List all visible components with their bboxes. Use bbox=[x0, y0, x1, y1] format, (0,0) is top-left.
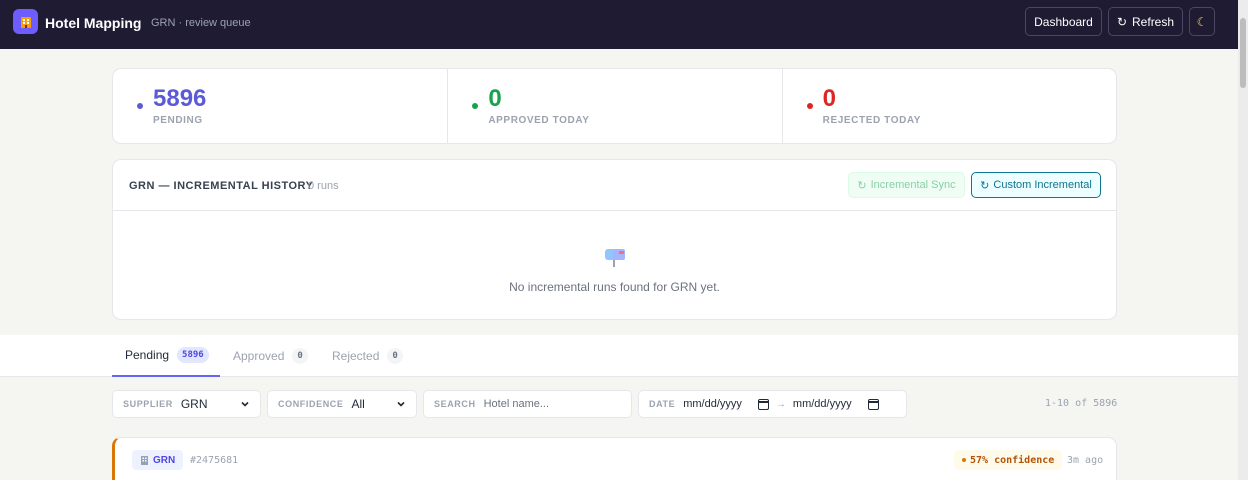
supplier-select[interactable]: SUPPLIER GRN bbox=[112, 390, 261, 418]
custom-incremental-button[interactable]: ↻ Custom Incremental bbox=[971, 172, 1101, 198]
empty-state-text: No incremental runs found for GRN yet. bbox=[509, 280, 720, 294]
confidence-filter-value: All bbox=[351, 397, 365, 411]
tab-pending[interactable]: Pending 5896 bbox=[112, 335, 220, 377]
dashboard-button[interactable]: Dashboard bbox=[1025, 7, 1102, 36]
stat-dot bbox=[806, 103, 813, 109]
theme-toggle-button[interactable]: ☾ bbox=[1189, 7, 1215, 36]
stat-value: 0 bbox=[488, 85, 502, 112]
refresh-button[interactable]: ↻ Refresh bbox=[1108, 7, 1183, 36]
tab-label: Rejected bbox=[332, 349, 380, 363]
sync-icon: ↻ bbox=[980, 179, 990, 192]
mapping-row[interactable]: GRN #2475681 57% confidence 3m ago bbox=[112, 437, 1117, 480]
date-from-value: mm/dd/yyyy bbox=[683, 398, 742, 410]
confidence-filter-label: CONFIDENCE bbox=[278, 399, 344, 409]
app-title: Hotel Mapping bbox=[45, 15, 142, 31]
incremental-history-card: GRN — INCREMENTAL HISTORY 0 runs ↻ Incre… bbox=[112, 159, 1117, 320]
stat-rejected-today: 0 REJECTED TODAY bbox=[781, 69, 1116, 143]
stat-pending: 5896 PENDING bbox=[113, 69, 447, 143]
building-icon bbox=[141, 456, 148, 465]
supplier-filter-label: SUPPLIER bbox=[123, 399, 173, 409]
sync-icon: ↻ bbox=[857, 179, 867, 192]
stat-label: APPROVED TODAY bbox=[488, 115, 590, 126]
calendar-icon[interactable] bbox=[757, 398, 769, 410]
moon-icon: ☾ bbox=[1196, 14, 1208, 29]
confidence-badge: 57% confidence bbox=[954, 450, 1063, 470]
incremental-sync-label: Incremental Sync bbox=[870, 179, 956, 191]
search-filter: SEARCH bbox=[423, 390, 632, 418]
top-bar: Hotel Mapping GRN · review queue Dashboa… bbox=[0, 0, 1248, 49]
pagination-range: 1-10 of 5896 bbox=[1045, 398, 1118, 409]
mailbox-icon bbox=[605, 249, 625, 267]
date-range-filter: DATE mm/dd/yyyy → mm/dd/yyyy bbox=[638, 390, 907, 418]
date-filter-label: DATE bbox=[649, 399, 676, 409]
stat-dot bbox=[137, 103, 143, 109]
scrollbar-thumb[interactable] bbox=[1240, 18, 1246, 88]
chevron-down-icon bbox=[241, 401, 249, 407]
tab-rejected[interactable]: Rejected 0 bbox=[332, 335, 403, 377]
chevron-down-icon bbox=[397, 401, 405, 407]
review-tabs: Pending 5896 Approved 0 Rejected 0 bbox=[0, 335, 1238, 377]
search-filter-label: SEARCH bbox=[434, 399, 476, 409]
incremental-sync-button[interactable]: ↻ Incremental Sync bbox=[848, 172, 965, 198]
refresh-icon: ↻ bbox=[1116, 14, 1128, 29]
app-subtitle: GRN · review queue bbox=[151, 17, 251, 29]
supplier-chip: GRN bbox=[132, 450, 184, 470]
confidence-select[interactable]: CONFIDENCE All bbox=[267, 390, 417, 418]
stat-value: 0 bbox=[822, 85, 837, 112]
page-scrollbar[interactable] bbox=[1238, 0, 1248, 480]
date-range-arrow: → bbox=[775, 398, 786, 410]
calendar-icon[interactable] bbox=[867, 398, 879, 410]
history-run-count: 0 runs bbox=[308, 180, 339, 192]
custom-incremental-label: Custom Incremental bbox=[993, 179, 1092, 191]
tab-label: Approved bbox=[233, 349, 285, 363]
stat-label: PENDING bbox=[153, 115, 203, 126]
stats-card: 5896 PENDING 0 APPROVED TODAY 0 REJECTED… bbox=[112, 68, 1117, 144]
history-title: GRN — INCREMENTAL HISTORY bbox=[129, 180, 314, 192]
confidence-dot bbox=[962, 458, 966, 462]
stat-approved-today: 0 APPROVED TODAY bbox=[447, 69, 781, 143]
tab-approved[interactable]: Approved 0 bbox=[233, 335, 308, 377]
refresh-label: Refresh bbox=[1132, 14, 1175, 29]
stat-dot bbox=[472, 103, 479, 109]
row-id: #2475681 bbox=[190, 455, 239, 466]
history-header: GRN — INCREMENTAL HISTORY 0 runs ↻ Incre… bbox=[113, 160, 1116, 211]
supplier-filter-value: GRN bbox=[180, 397, 208, 411]
supplier-chip-label: GRN bbox=[153, 454, 176, 466]
date-to-value: mm/dd/yyyy bbox=[792, 398, 852, 410]
stat-value: 5896 bbox=[153, 85, 207, 112]
hotel-search-input[interactable] bbox=[483, 398, 614, 410]
tab-label: Pending bbox=[125, 348, 170, 362]
date-from-input[interactable]: mm/dd/yyyy bbox=[683, 398, 769, 410]
row-timestamp: 3m ago bbox=[1067, 455, 1104, 466]
tab-count-badge: 0 bbox=[292, 348, 308, 364]
tab-count-badge: 5896 bbox=[177, 347, 209, 363]
confidence-text: 57% confidence bbox=[970, 454, 1055, 466]
date-to-input[interactable]: mm/dd/yyyy bbox=[793, 398, 879, 410]
hotel-icon bbox=[13, 9, 38, 34]
stat-label: REJECTED TODAY bbox=[822, 115, 922, 126]
tab-count-badge: 0 bbox=[387, 348, 403, 364]
